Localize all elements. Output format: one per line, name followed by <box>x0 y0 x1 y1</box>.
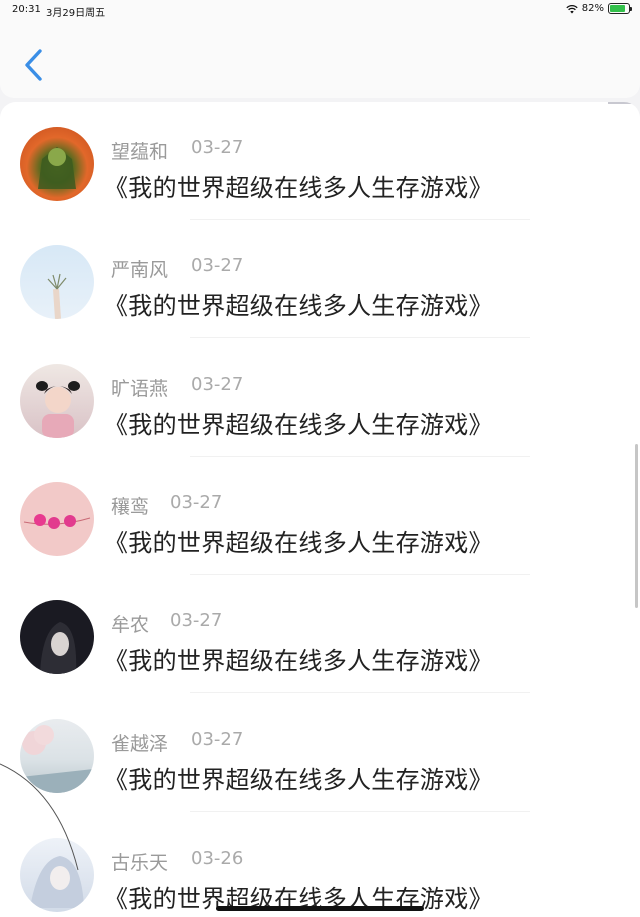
post-title[interactable]: 《我的世界超级在线多人生存游戏》 <box>104 405 493 440</box>
post-date: 03-27 <box>191 374 244 395</box>
post-title[interactable]: 《我的世界超级在线多人生存游戏》 <box>104 641 493 676</box>
home-indicator[interactable] <box>216 906 424 911</box>
post-date: 03-27 <box>170 492 223 513</box>
list-item[interactable]: 望蕴和 03-27 《我的世界超级在线多人生存游戏》 <box>0 102 640 220</box>
status-right: 82% <box>566 3 632 14</box>
post-title[interactable]: 《我的世界超级在线多人生存游戏》 <box>104 168 493 203</box>
post-date: 03-26 <box>191 848 244 869</box>
author-name: 雀越泽 <box>111 733 169 755</box>
avatar[interactable] <box>20 364 94 438</box>
post-title[interactable]: 《我的世界超级在线多人生存游戏》 <box>104 760 493 795</box>
avatar[interactable] <box>20 127 94 201</box>
author-name: 穰鸾 <box>111 496 150 518</box>
post-date: 03-27 <box>191 137 244 158</box>
list-item[interactable]: 严南风 03-27 《我的世界超级在线多人生存游戏》 <box>0 220 640 338</box>
author-name: 望蕴和 <box>111 141 169 163</box>
author-name: 旷语燕 <box>111 378 169 400</box>
avatar[interactable] <box>20 600 94 674</box>
post-title[interactable]: 《我的世界超级在线多人生存游戏》 <box>104 523 493 558</box>
avatar[interactable] <box>20 838 94 912</box>
list-item[interactable]: 旷语燕 03-27 《我的世界超级在线多人生存游戏》 <box>0 339 640 457</box>
row-divider <box>190 692 530 693</box>
post-date: 03-27 <box>191 255 244 276</box>
battery-percent: 82% <box>581 3 604 14</box>
list-item[interactable]: 雀越泽 03-27 《我的世界超级在线多人生存游戏》 <box>0 694 640 812</box>
comment-list[interactable]: 望蕴和 03-27 《我的世界超级在线多人生存游戏》 严南风 03-27 《我的… <box>0 102 640 917</box>
author-name: 严南风 <box>111 259 169 281</box>
chevron-left-icon[interactable] <box>18 46 52 84</box>
list-item[interactable]: 穰鸾 03-27 《我的世界超级在线多人生存游戏》 <box>0 457 640 575</box>
row-divider <box>190 811 530 812</box>
wifi-icon <box>566 4 578 13</box>
avatar[interactable] <box>20 245 94 319</box>
list-item[interactable]: 牟农 03-27 《我的世界超级在线多人生存游戏》 <box>0 575 640 693</box>
scrollbar[interactable] <box>635 444 638 608</box>
post-date: 03-27 <box>170 610 223 631</box>
post-title[interactable]: 《我的世界超级在线多人生存游戏》 <box>104 286 493 321</box>
author-name: 牟农 <box>111 614 150 636</box>
post-date: 03-27 <box>191 729 244 750</box>
nav-bar <box>0 20 640 98</box>
avatar[interactable] <box>20 482 94 556</box>
status-bar: 20:31 3月29日周五 82% <box>0 0 640 20</box>
battery-icon <box>608 3 632 14</box>
status-time: 20:31 <box>12 4 41 15</box>
status-date: 3月29日周五 <box>46 8 106 19</box>
list-item[interactable]: 古乐天 03-26 《我的世界超级在线多人生存游戏》 <box>0 813 640 917</box>
avatar[interactable] <box>20 719 94 793</box>
author-name: 古乐天 <box>111 852 169 874</box>
row-divider <box>190 337 530 338</box>
